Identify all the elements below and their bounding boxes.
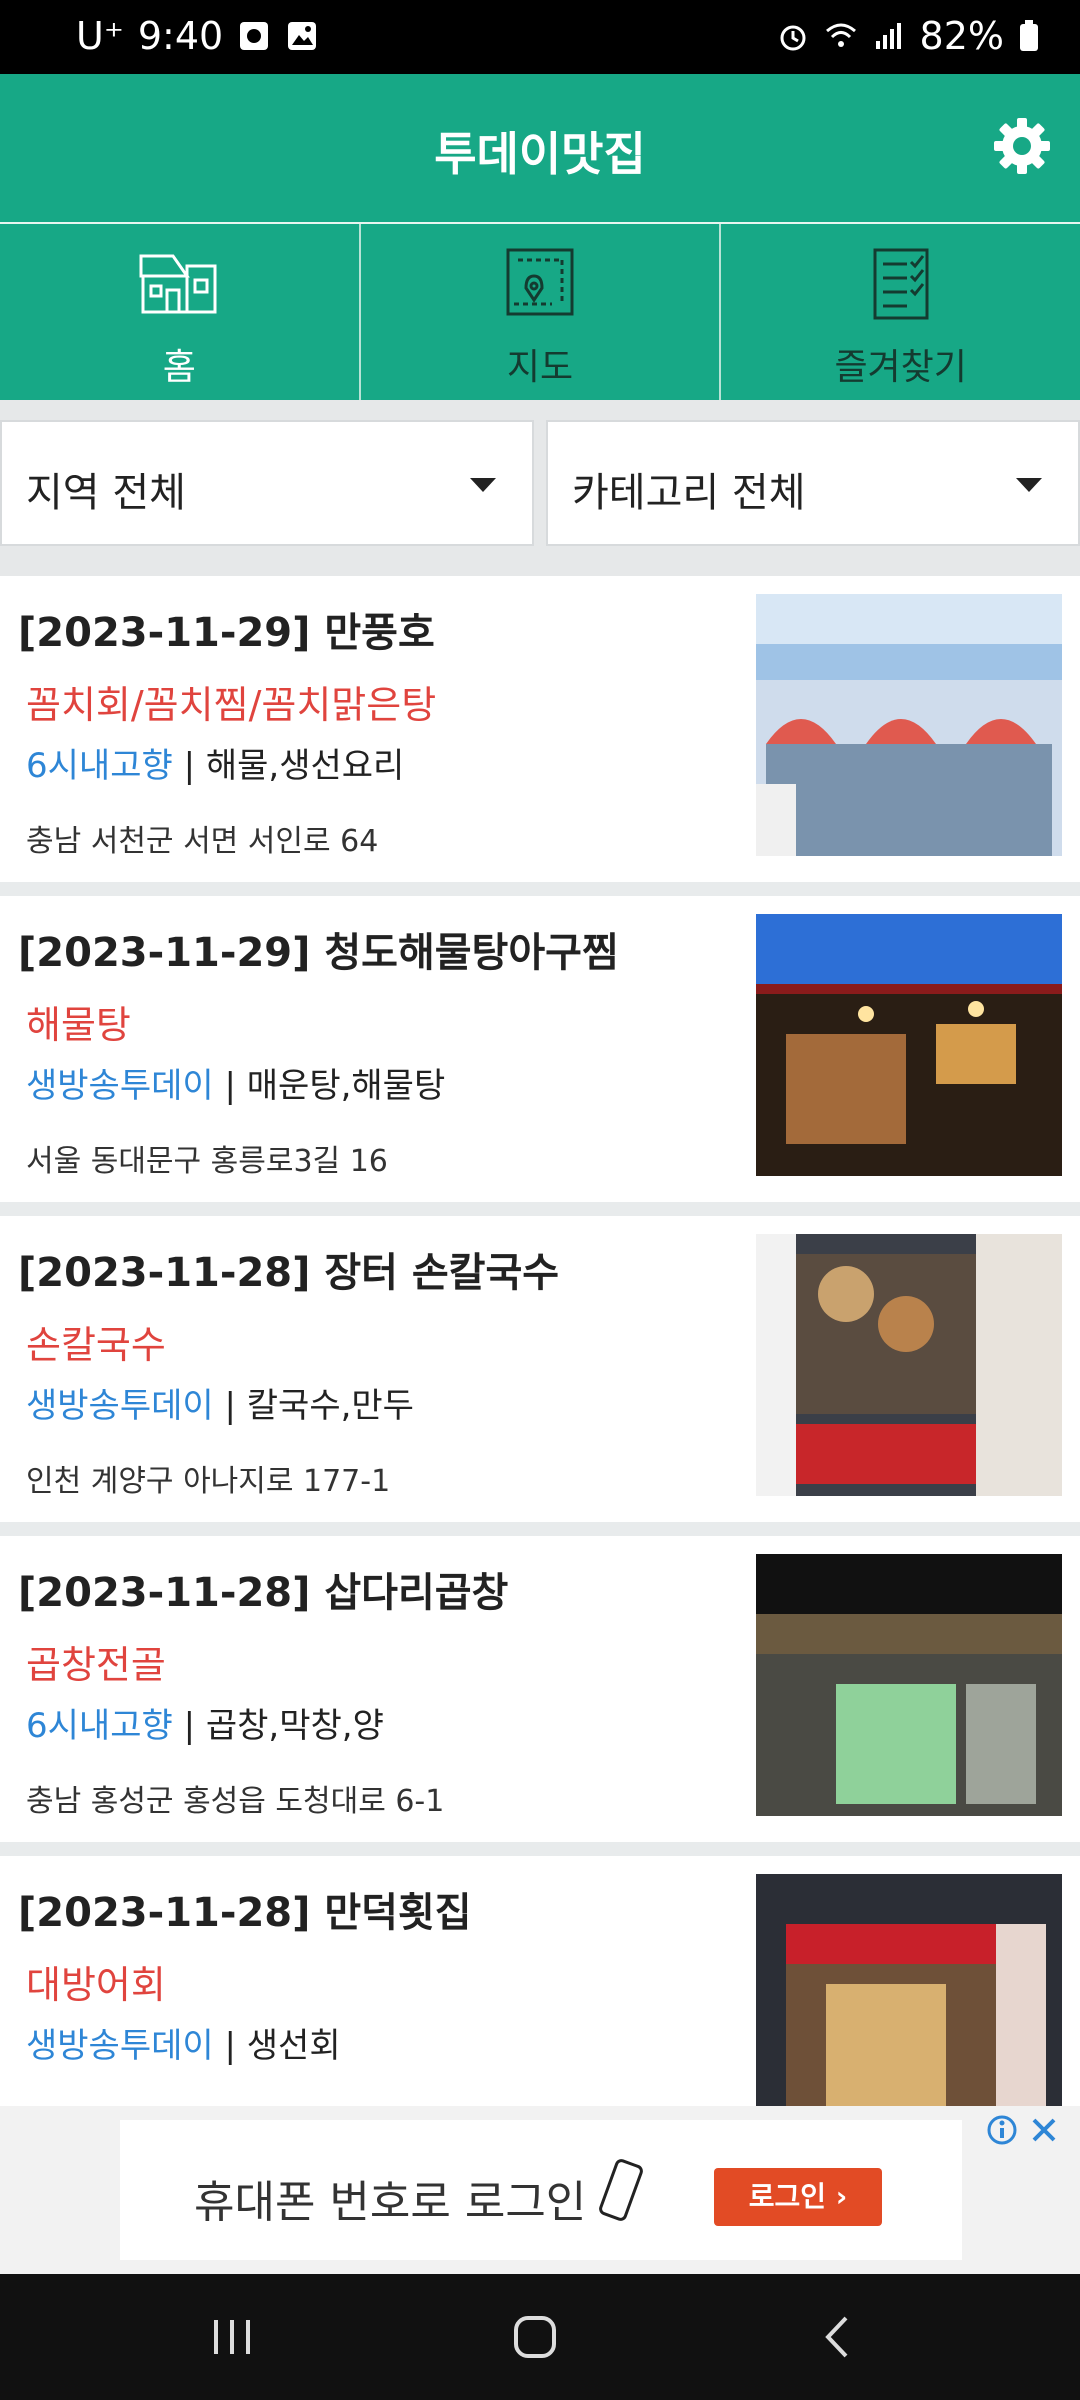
ad-banner: 휴대폰 번호로 로그인 로그인 › [0, 2106, 1080, 2274]
close-icon[interactable] [1028, 2114, 1060, 2146]
region-dropdown[interactable]: 지역 전체 [0, 420, 534, 546]
item-header: [2023-11-28] 장터 손칼국수 [18, 1250, 560, 1296]
item-source: 생방송투데이 [26, 1386, 214, 1426]
restaurant-photo [756, 594, 1062, 856]
clock: 9:40 [137, 14, 224, 58]
item-menu: 손칼국수 [26, 1323, 166, 1367]
checklist-icon [873, 248, 929, 320]
ad-box[interactable]: 휴대폰 번호로 로그인 로그인 › [120, 2120, 962, 2260]
list-item[interactable]: [2023-11-28] 삽다리곱창 곱창전골 6시내고향 | 곱창,막창,양 … [0, 1536, 1080, 1842]
item-meta: 생방송투데이 | 생선회 [26, 2018, 341, 2067]
region-dropdown-value: 지역 전체 [26, 470, 186, 516]
phone-icon [599, 2159, 643, 2221]
item-menu: 해물탕 [26, 1003, 131, 1047]
restaurant-photo [756, 1554, 1062, 1816]
item-meta: 6시내고향 | 곱창,막창,양 [26, 1698, 384, 1747]
item-tags: | 매운탕,해물탕 [213, 1066, 446, 1106]
home-icon[interactable] [512, 2314, 558, 2360]
item-address: 충남 서천군 서면 서인로 64 [26, 824, 379, 859]
battery-percent: 82% [919, 14, 1004, 58]
carrier-label: U⁺ [76, 14, 124, 58]
item-header: [2023-11-29] 만풍호 [18, 610, 435, 656]
item-source: 생방송투데이 [26, 1066, 214, 1106]
tab-home-label: 홈 [162, 347, 196, 388]
item-meta: 생방송투데이 | 칼국수,만두 [26, 1378, 414, 1427]
list-item[interactable]: [2023-11-28] 장터 손칼국수 손칼국수 생방송투데이 | 칼국수,만… [0, 1216, 1080, 1522]
signal-icon [875, 23, 901, 49]
tab-favorites-label: 즐겨찾기 [834, 347, 967, 388]
item-header: [2023-11-28] 삽다리곱창 [18, 1570, 509, 1616]
item-meta: 생방송투데이 | 매운탕,해물탕 [26, 1058, 445, 1107]
system-nav-bar [0, 2274, 1080, 2400]
chevron-down-icon [470, 478, 496, 492]
recent-apps-icon[interactable] [210, 2314, 254, 2360]
item-source: 6시내고향 [26, 746, 173, 786]
app-bar: 투데이맛집 [0, 74, 1080, 222]
restaurant-photo [756, 1874, 1062, 2106]
category-dropdown-value: 카테고리 전체 [572, 470, 806, 516]
item-tags: | 해물,생선요리 [172, 746, 405, 786]
house-icon [139, 254, 217, 314]
item-source: 생방송투데이 [26, 2026, 214, 2066]
item-tags: | 곱창,막창,양 [172, 1706, 384, 1746]
restaurant-photo [756, 1234, 1062, 1496]
category-dropdown[interactable]: 카테고리 전체 [546, 420, 1080, 546]
tab-bar: 홈 지도 즐겨찾기 [0, 222, 1080, 400]
app-title: 투데이맛집 [434, 127, 646, 181]
gallery-icon [288, 22, 317, 50]
item-header: [2023-11-28] 만덕횟집 [18, 1890, 472, 1936]
restaurant-list[interactable]: [2023-11-29] 만풍호 꼼치회/꼼치찜/꼼치맑은탕 6시내고향 | 해… [0, 576, 1080, 2106]
restaurant-photo [756, 914, 1062, 1176]
list-item[interactable]: [2023-11-29] 만풍호 꼼치회/꼼치찜/꼼치맑은탕 6시내고향 | 해… [0, 576, 1080, 882]
item-address: 인천 계양구 아나지로 177-1 [26, 1464, 391, 1499]
item-tags: | 생선회 [213, 2026, 341, 2066]
item-address: 서울 동대문구 홍릉로3길 16 [26, 1144, 388, 1179]
item-header: [2023-11-29] 청도해물탕아구찜 [18, 930, 619, 976]
screen-record-icon [240, 22, 269, 50]
status-bar: U⁺ 9:40 82% [0, 0, 1080, 74]
list-item[interactable]: [2023-11-28] 만덕횟집 대방어회 생방송투데이 | 생선회 [0, 1856, 1080, 2106]
wifi-icon [825, 23, 856, 47]
ad-login-button[interactable]: 로그인 › [714, 2168, 882, 2226]
item-tags: | 칼국수,만두 [213, 1386, 414, 1426]
chevron-down-icon [1016, 478, 1042, 492]
ad-info [986, 2114, 1060, 2146]
tab-map-label: 지도 [506, 347, 574, 388]
info-icon[interactable] [986, 2114, 1018, 2146]
list-item[interactable]: [2023-11-29] 청도해물탕아구찜 해물탕 생방송투데이 | 매운탕,해… [0, 896, 1080, 1202]
ad-login-label: 로그인 [748, 2180, 826, 2213]
back-icon[interactable] [822, 2314, 852, 2360]
item-address: 충남 홍성군 홍성읍 도청대로 6-1 [26, 1784, 445, 1819]
tab-map[interactable]: 지도 [361, 224, 722, 400]
item-menu: 꼼치회/꼼치찜/꼼치맑은탕 [26, 683, 437, 727]
item-source: 6시내고향 [26, 1706, 173, 1746]
tab-home[interactable]: 홈 [0, 224, 361, 400]
item-menu: 대방어회 [26, 1963, 166, 2007]
tab-favorites[interactable]: 즐겨찾기 [721, 224, 1080, 400]
battery-icon [1020, 20, 1038, 51]
item-meta: 6시내고향 | 해물,생선요리 [26, 738, 404, 787]
alarm-icon [780, 25, 806, 51]
map-pin-icon [506, 248, 574, 316]
settings-gear-icon[interactable] [990, 114, 1054, 178]
ad-text: 휴대폰 번호로 로그인 [194, 2177, 587, 2228]
item-menu: 곱창전골 [26, 1643, 166, 1687]
filter-bar: 지역 전체 카테고리 전체 [0, 400, 1080, 576]
